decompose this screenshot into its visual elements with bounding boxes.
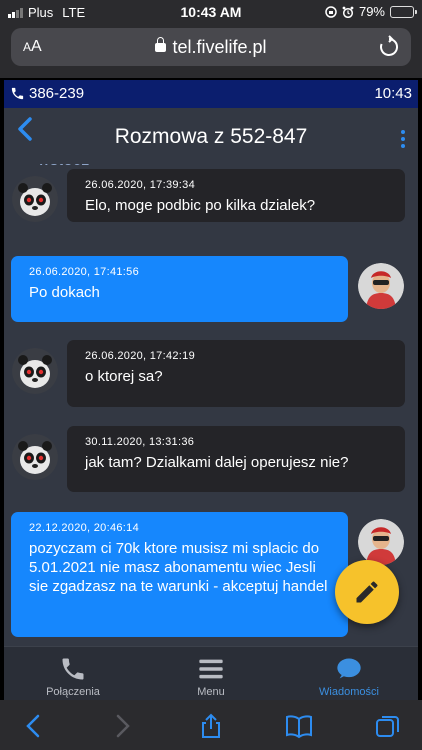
nav-item-label: Menu — [197, 686, 225, 698]
user-avatar — [358, 519, 404, 565]
message-text: jak tam? Dzialkami dalej operujesz nie? — [85, 454, 349, 471]
more-options-icon[interactable] — [400, 130, 406, 150]
message-text: pozyczam ci 70k ktore musisz mi splacic … — [29, 540, 328, 595]
back-icon[interactable] — [20, 712, 48, 740]
nav-item-menu[interactable]: Menu — [142, 647, 280, 700]
nav-item-calls[interactable]: Połączenia — [4, 647, 142, 700]
phone-icon — [62, 658, 84, 680]
contact-avatar — [12, 176, 58, 222]
bottom-navigation: Połączenia Menu Wiadomości — [4, 646, 418, 700]
conversation-title: Rozmowa z 552-847 — [114, 125, 308, 148]
message-timestamp: 30.11.2020, 13:31:36 — [85, 436, 195, 448]
hamburger-icon — [199, 659, 223, 679]
url-display[interactable]: tel.fivelife.pl — [11, 37, 411, 58]
message-timestamp: 26.06.2020, 17:39:34 — [85, 179, 195, 191]
message-text: Elo, moge podbic po kilka dzialek? — [85, 197, 316, 214]
message-incoming: 30.11.2020, 13:31:36 jak tam? Dzialkami … — [67, 426, 405, 492]
message-timestamp: 22.12.2020, 20:46:14 — [29, 522, 139, 534]
user-avatar — [358, 263, 404, 309]
own-phone-number: 386-239 — [29, 85, 85, 102]
nav-item-label: Wiadomości — [319, 686, 379, 698]
message-outgoing: 22.12.2020, 20:46:14 pozyczam ci 70k kto… — [11, 512, 348, 637]
browser-toolbar-top: AA tel.fivelife.pl — [0, 24, 422, 78]
battery-percent: 79% — [358, 4, 385, 19]
app-clock: 10:43 — [374, 85, 412, 102]
message-incoming: 26.06.2020, 17:42:19 o ktorej sa? — [67, 340, 405, 407]
contact-avatar — [12, 348, 58, 394]
compose-button[interactable] — [335, 560, 399, 624]
message-text: Po dokach — [29, 284, 100, 301]
ios-status-bar: Plus LTE 10:43 AM 79% — [0, 0, 422, 24]
alarm-icon — [342, 6, 354, 18]
bookmarks-icon[interactable] — [285, 712, 313, 740]
app-top-bar: 386-239 10:43 — [4, 80, 418, 108]
orientation-lock-icon — [325, 5, 337, 18]
contact-avatar — [12, 434, 58, 480]
conversation-header: Rozmowa z 552-847 — [4, 108, 418, 164]
pencil-icon — [356, 581, 378, 603]
message-text: o ktorej sa? — [85, 368, 163, 385]
message-timestamp: 26.06.2020, 17:41:56 — [29, 266, 139, 278]
battery-icon — [390, 5, 417, 18]
address-bar[interactable]: AA tel.fivelife.pl — [11, 28, 411, 66]
nav-item-messages[interactable]: Wiadomości — [280, 647, 418, 700]
message-timestamp: 26.06.2020, 17:42:19 — [85, 350, 195, 362]
nav-item-label: Połączenia — [46, 686, 100, 698]
reload-icon[interactable] — [377, 35, 401, 59]
phone-app: 386-239 10:43 Rozmowa z 552-847 wstecz 2… — [4, 80, 418, 700]
chat-bubble-icon — [337, 658, 361, 679]
forward-icon[interactable] — [108, 712, 136, 740]
message-outgoing: 26.06.2020, 17:41:56 Po dokach — [11, 256, 348, 322]
browser-toolbar-bottom — [0, 700, 422, 750]
lock-icon — [155, 37, 167, 52]
share-icon[interactable] — [197, 712, 225, 740]
phone-icon — [11, 87, 24, 100]
url-text: tel.fivelife.pl — [172, 37, 267, 57]
message-incoming: 26.06.2020, 17:39:34 Elo, moge podbic po… — [67, 169, 405, 222]
tabs-icon[interactable] — [374, 712, 402, 740]
